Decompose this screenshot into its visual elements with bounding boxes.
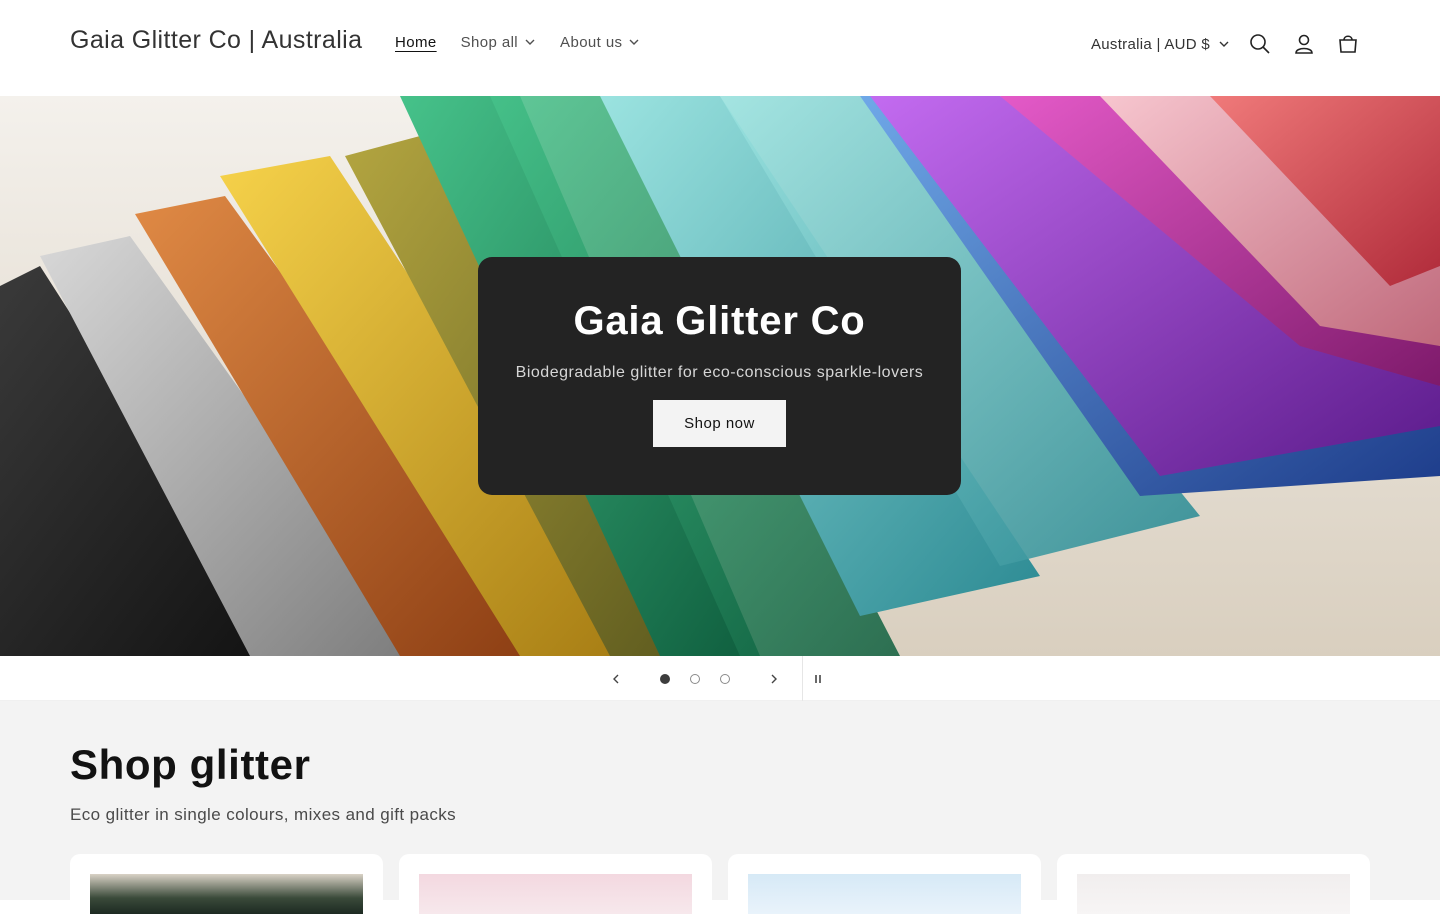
pause-icon xyxy=(815,674,821,683)
chevron-down-icon xyxy=(1219,41,1229,47)
country-selector-label: Australia | AUD $ xyxy=(1090,35,1210,53)
collection-card-image xyxy=(1077,874,1350,914)
chevron-left-icon xyxy=(613,674,619,683)
account-button[interactable] xyxy=(1282,22,1326,66)
cart-icon xyxy=(1339,35,1357,53)
chevron-right-icon xyxy=(771,674,777,683)
hero-content-box: Gaia Glitter Co Biodegradable glitter fo… xyxy=(478,257,961,495)
slide-dot-1[interactable] xyxy=(660,674,670,684)
previous-slide-button[interactable] xyxy=(598,656,634,701)
nav-item-label: Home xyxy=(395,33,437,51)
collection-card-4[interactable] xyxy=(1057,854,1370,914)
hero-title: Gaia Glitter Co xyxy=(573,299,866,343)
hero-subtitle: Biodegradable glitter for eco-conscious … xyxy=(515,364,924,381)
header-utilities: Australia | AUD $ xyxy=(1091,22,1370,66)
brand-logo-text[interactable]: Gaia Glitter Co | Australia xyxy=(70,26,362,55)
nav-item-home[interactable]: Home xyxy=(383,29,449,55)
slide-dot-2[interactable] xyxy=(690,674,700,684)
country-selector[interactable]: Australia | AUD $ xyxy=(1091,24,1230,64)
slideshow-controls xyxy=(0,656,1440,701)
nav-item-label: Shop all xyxy=(460,33,519,51)
slide-dot-3[interactable] xyxy=(720,674,730,684)
collection-card-1[interactable] xyxy=(70,854,383,914)
main-nav: Home Shop all About us xyxy=(383,29,652,55)
collection-card-2[interactable] xyxy=(399,854,712,914)
shop-now-button[interactable]: Shop now xyxy=(653,400,786,447)
chevron-down-icon xyxy=(629,39,639,45)
nav-item-shop-all[interactable]: Shop all xyxy=(449,29,548,55)
chevron-down-icon xyxy=(525,39,535,45)
pause-slideshow-button[interactable] xyxy=(803,656,833,701)
nav-item-label: About us xyxy=(560,33,623,51)
collection-card-image xyxy=(90,874,363,914)
section-subtitle: Eco glitter in single colours, mixes and… xyxy=(70,805,457,824)
cart-button[interactable] xyxy=(1326,22,1370,66)
collection-card-image xyxy=(419,874,692,914)
nav-item-about-us[interactable]: About us xyxy=(548,29,652,55)
search-icon xyxy=(1250,34,1270,54)
next-slide-button[interactable] xyxy=(756,656,792,701)
section-title: Shop glitter xyxy=(70,741,311,788)
hero-slideshow: Gaia Glitter Co Biodegradable glitter fo… xyxy=(0,96,1440,656)
shop-glitter-section: Shop glitter Eco glitter in single colou… xyxy=(0,701,1440,914)
site-header: Gaia Glitter Co | Australia Home Shop al… xyxy=(0,0,1440,96)
collection-card-image xyxy=(748,874,1021,914)
search-button[interactable] xyxy=(1238,22,1282,66)
collection-card-3[interactable] xyxy=(728,854,1041,914)
account-icon xyxy=(1295,34,1313,54)
